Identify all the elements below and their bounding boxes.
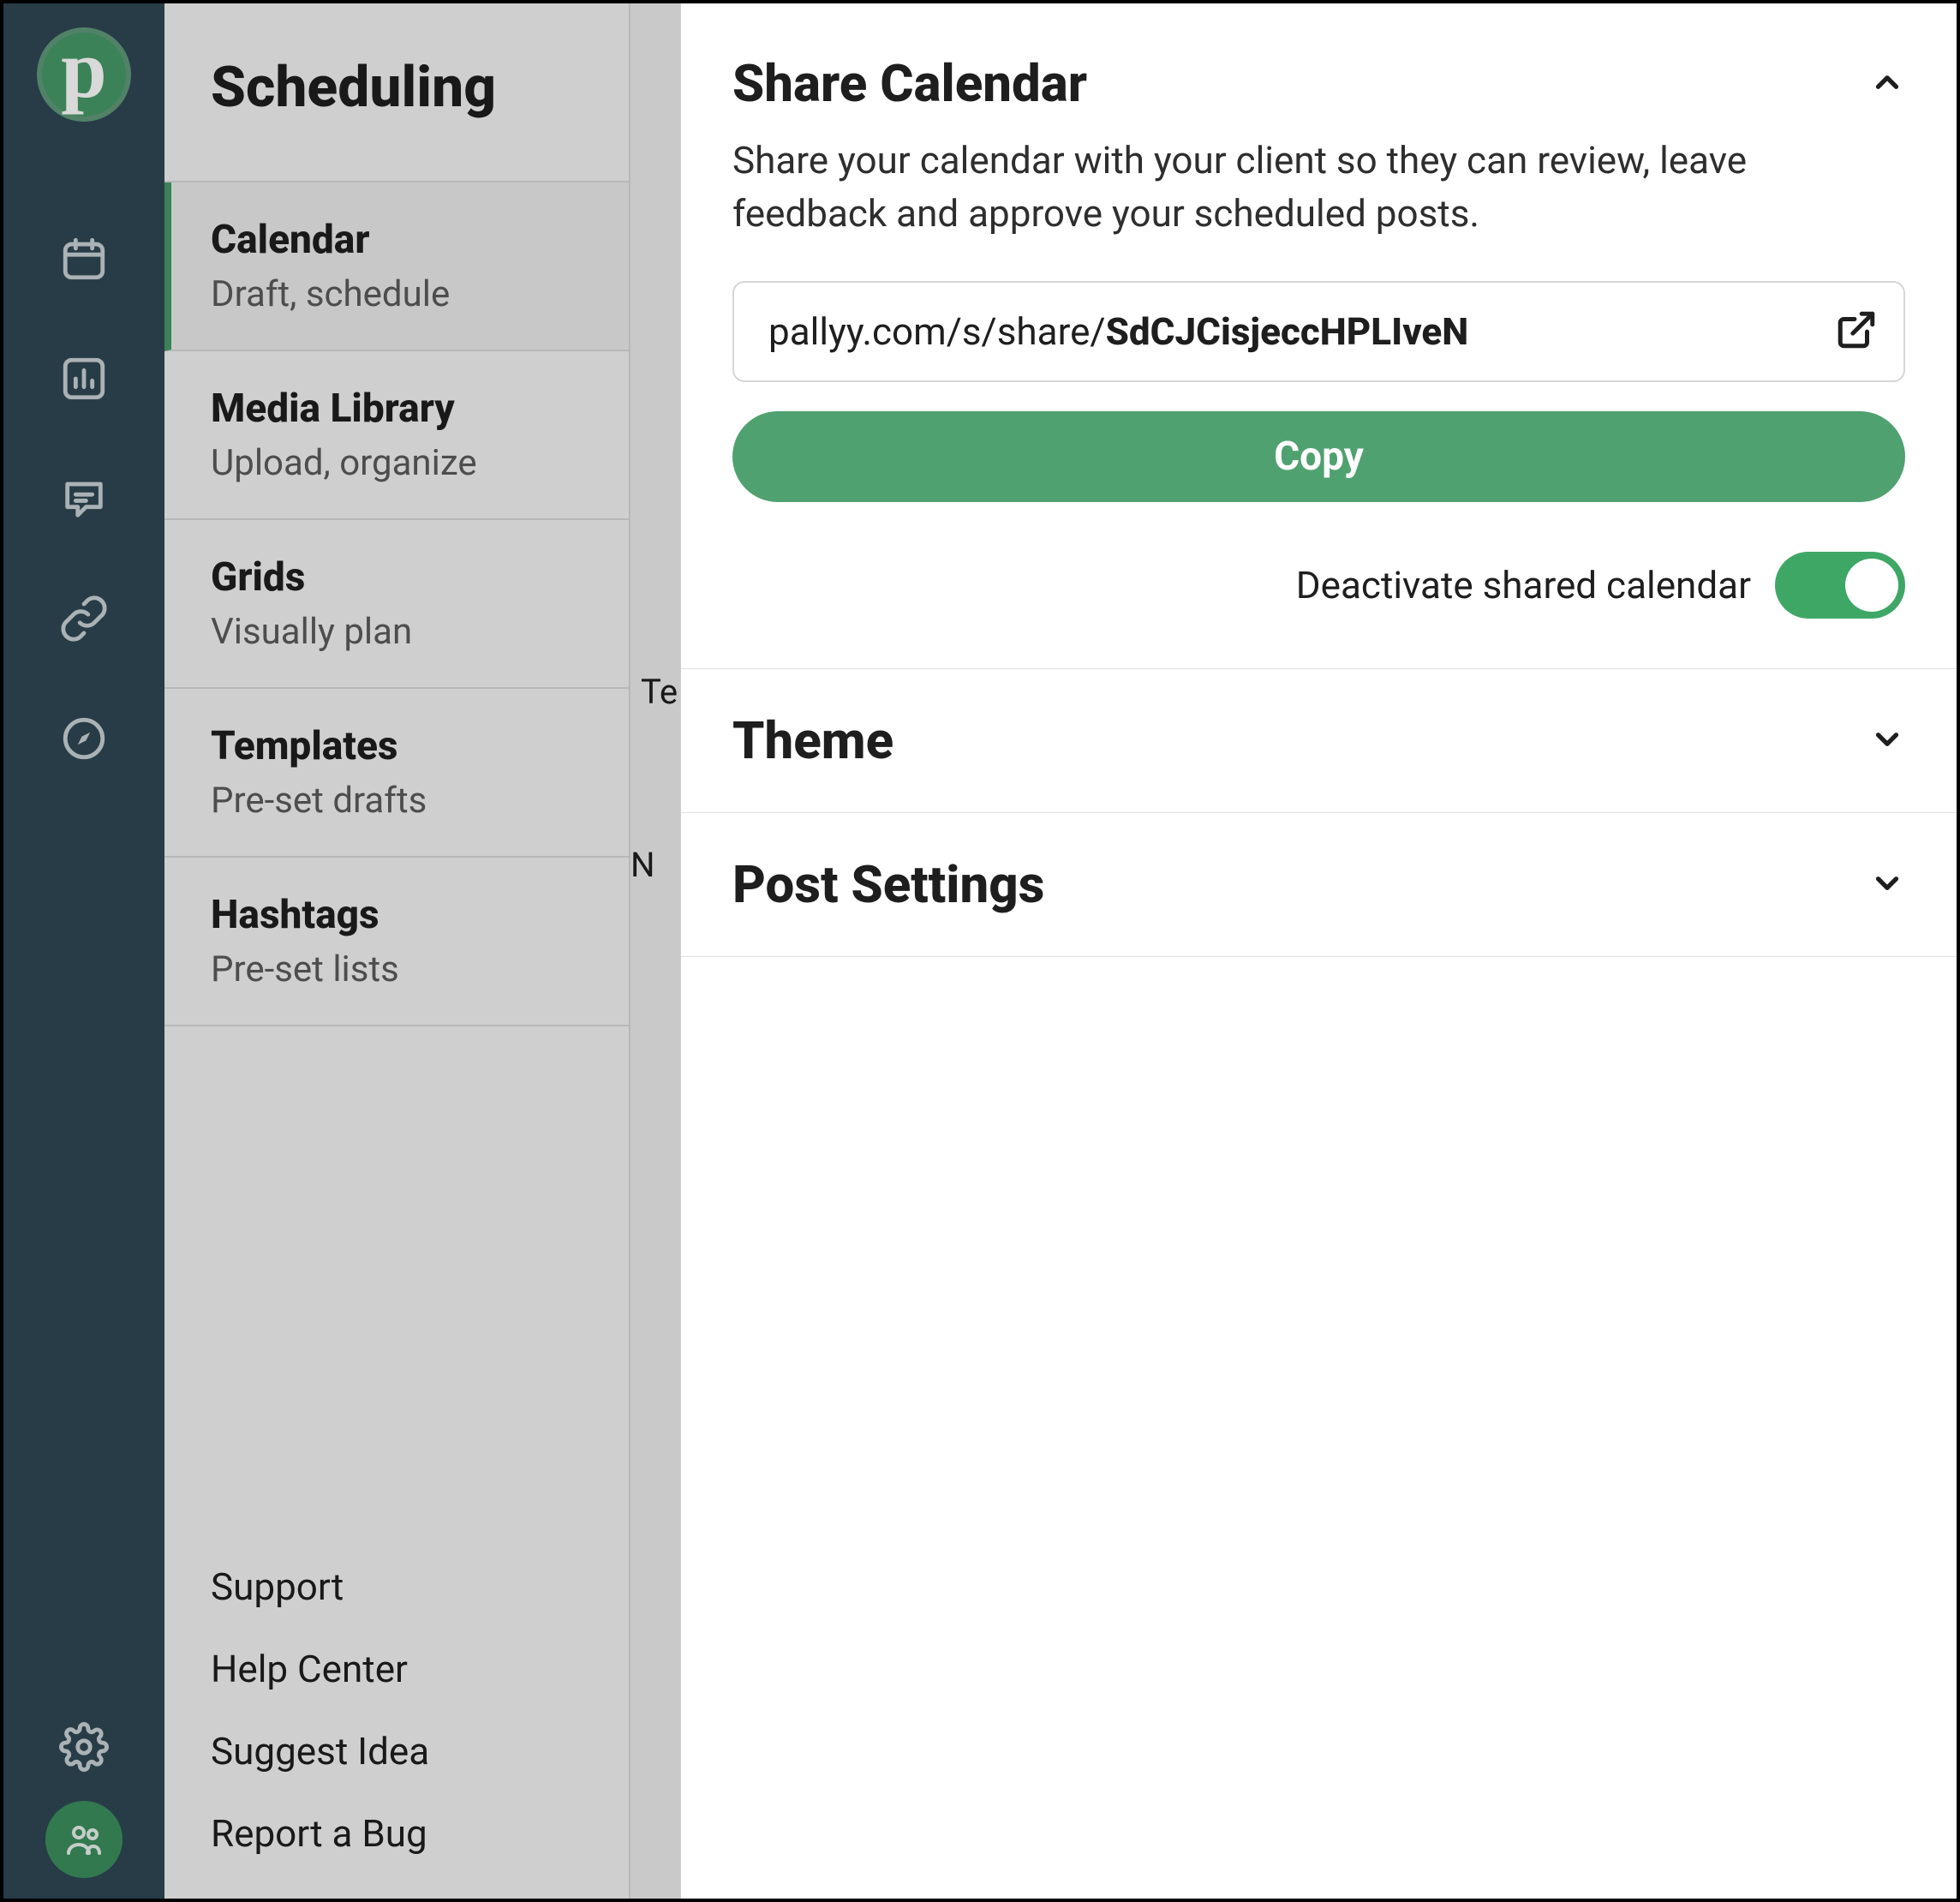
chevron-up-icon: [1869, 64, 1905, 104]
copy-button[interactable]: Copy: [732, 411, 1905, 502]
chevron-down-icon: [1869, 721, 1905, 761]
share-description: Share your calendar with your client so …: [732, 135, 1872, 240]
copy-button-label: Copy: [1274, 434, 1364, 480]
url-prefix: pallyy.com/s/share/: [768, 309, 1106, 354]
share-title: Share Calendar: [732, 53, 1087, 114]
deactivate-row: Deactivate shared calendar: [732, 552, 1905, 619]
theme-section-header[interactable]: Theme: [681, 669, 1957, 813]
share-url-field[interactable]: pallyy.com/s/share/SdCJCisjeccHPLIveN: [732, 281, 1905, 382]
url-code: SdCJCisjeccHPLIveN: [1106, 309, 1469, 354]
share-url-text: pallyy.com/s/share/SdCJCisjeccHPLIveN: [768, 309, 1835, 354]
theme-title: Theme: [732, 710, 893, 771]
post-settings-title: Post Settings: [732, 854, 1044, 915]
chevron-down-icon: [1869, 865, 1905, 905]
post-settings-section-header[interactable]: Post Settings: [681, 813, 1957, 957]
share-calendar-panel: Share Calendar Share your calendar with …: [680, 3, 1957, 1899]
deactivate-toggle[interactable]: [1775, 552, 1905, 619]
external-link-icon[interactable]: [1835, 308, 1878, 355]
share-header[interactable]: Share Calendar: [732, 53, 1905, 114]
toggle-knob: [1845, 559, 1898, 612]
share-calendar-section: Share Calendar Share your calendar with …: [681, 3, 1957, 669]
deactivate-label: Deactivate shared calendar: [1296, 563, 1751, 607]
